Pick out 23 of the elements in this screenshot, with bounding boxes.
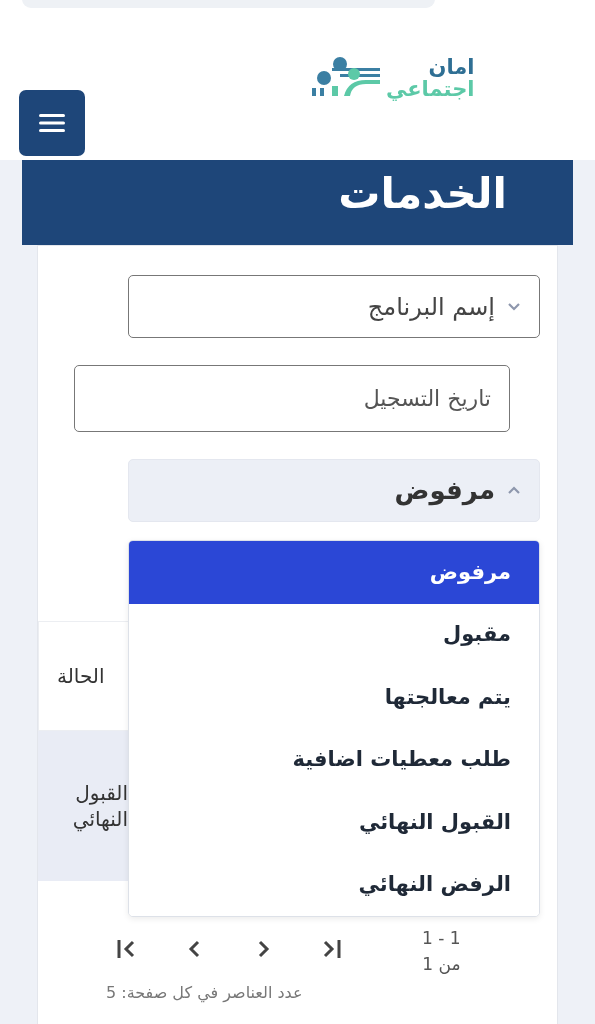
page-range: 1 - 1 xyxy=(422,927,461,950)
select-value: مرفوض xyxy=(394,474,495,508)
column-header: الحالة xyxy=(57,663,105,690)
dropdown-option[interactable]: القبول النهائي xyxy=(129,791,539,854)
date-field[interactable]: تاريخ التسجيل xyxy=(74,365,510,432)
dropdown-option[interactable]: طلب معطيات اضافية xyxy=(129,728,539,791)
dropdown-option[interactable]: مرفوض xyxy=(129,541,539,604)
page-title: الخدمات xyxy=(338,168,507,220)
logo-text: اجتماعي xyxy=(386,78,475,101)
page-total: من 1 xyxy=(422,952,461,976)
table-cell-text: القبول النهائي xyxy=(71,780,128,832)
select-field[interactable]: مرفوض xyxy=(128,459,540,522)
chevron-icon xyxy=(507,301,521,312)
select-value: إسم البرنامج xyxy=(367,291,495,323)
page-size-text: عدد العناصر في كل صفحة: 5 xyxy=(106,983,303,1002)
menu-icon xyxy=(39,114,65,132)
dropdown-option[interactable]: يتم معالجتها xyxy=(129,666,539,729)
dropdown-option[interactable]: مقبول xyxy=(129,603,539,666)
chevron-icon xyxy=(507,485,521,496)
dropdown-option[interactable]: الرفض النهائي xyxy=(129,853,539,916)
logo-text: امان xyxy=(427,56,475,79)
menu-button[interactable] xyxy=(19,90,85,156)
select-field[interactable]: إسم البرنامج xyxy=(128,275,540,338)
